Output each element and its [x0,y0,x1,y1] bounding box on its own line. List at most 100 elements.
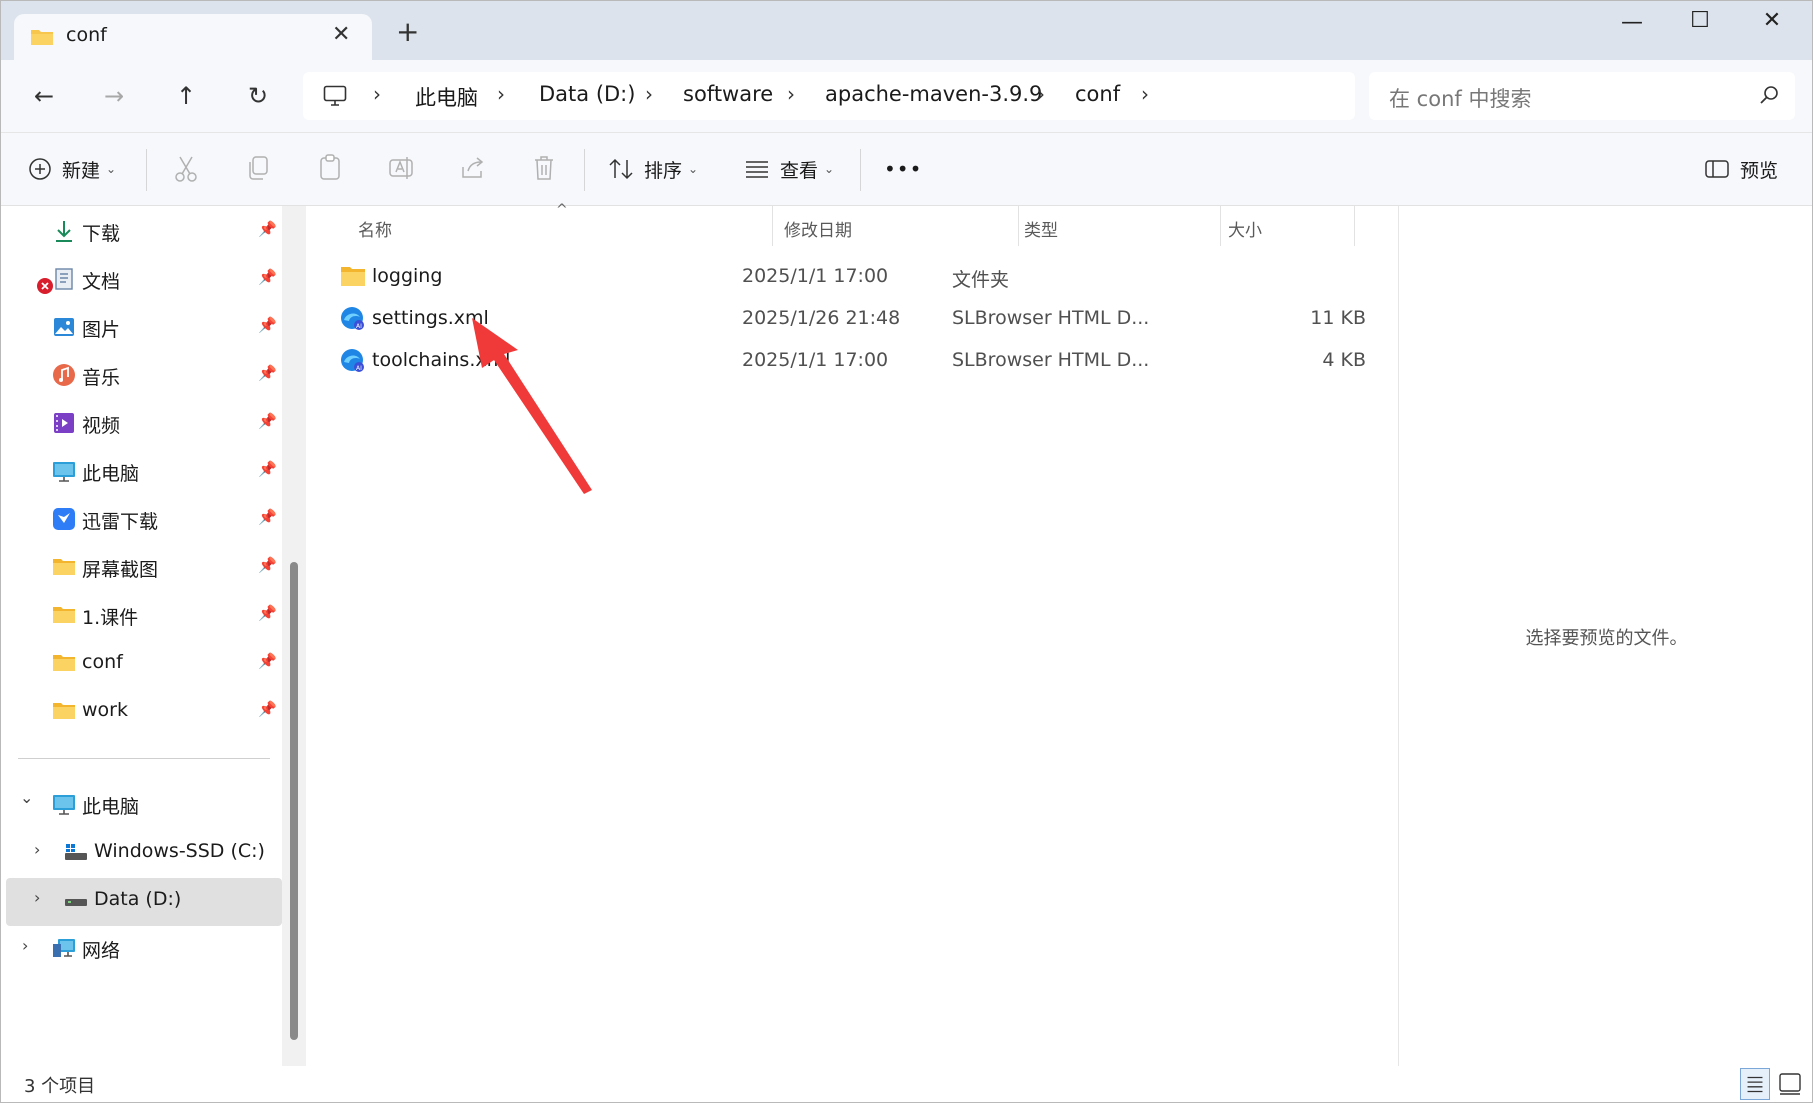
sidebar-item-conf[interactable]: conf 📌 [0,641,282,685]
sidebar-item-videos[interactable]: 视频 📌 [0,401,282,445]
monitor-icon [323,85,347,106]
tree-item-label: 此电脑 [82,796,140,818]
thunder-icon [53,508,75,530]
sidebar-item-music[interactable]: 音乐 📌 [0,353,282,397]
paste-icon[interactable] [318,153,342,181]
search-icon [1760,86,1778,104]
new-tab-button[interactable]: + [396,18,419,46]
column-divider[interactable] [772,206,773,246]
share-icon[interactable] [460,155,486,181]
tree-item-data-d[interactable]: › Data (D:) [0,878,282,922]
tiles-view-icon[interactable] [1777,1070,1803,1098]
back-button[interactable]: ← [24,80,64,112]
pin-icon[interactable]: 📌 [258,460,277,478]
sidebar-item-screenshots[interactable]: 屏幕截图 📌 [0,545,282,589]
breadcrumb-chevron-icon[interactable]: › [787,82,795,106]
pin-icon[interactable]: 📌 [258,412,277,430]
tab-conf[interactable]: conf ✕ [14,14,372,60]
minimize-button[interactable]: — [1612,10,1652,35]
view-button[interactable]: 查看 ⌄ [744,153,834,185]
pin-icon[interactable]: 📌 [258,220,277,238]
maximize-button[interactable]: ☐ [1680,8,1720,33]
file-size: 11 KB [1310,307,1366,329]
column-divider[interactable] [1354,206,1355,246]
up-button[interactable]: ↑ [166,80,206,112]
column-header-date[interactable]: 修改日期 [784,216,852,241]
sidebar-item-this-pc[interactable]: 此电脑 📌 [0,449,282,493]
file-type: 文件夹 [952,269,1010,291]
expand-chevron-icon[interactable]: › [34,840,40,859]
preview-placeholder-text: 选择要预览的文件。 [1525,628,1688,649]
column-header-name[interactable]: 名称 [358,216,392,241]
music-icon [53,364,75,386]
breadcrumb-this-pc[interactable]: 此电脑 [415,82,478,112]
navigation-pane: 下载 📌 文档 📌 图片 📌 音乐 📌 视频 📌 此电脑 📌 迅雷下载 📌 屏幕… [0,206,310,1066]
tree-item-this-pc[interactable]: ⌄ 此电脑 [0,782,282,826]
breadcrumb-chevron-icon[interactable]: › [1037,82,1045,106]
tree-item-network[interactable]: › 网络 [0,926,282,970]
column-divider[interactable] [1018,206,1019,246]
sidebar-scrollbar-thumb[interactable] [290,562,298,1040]
tree-item-label: Data (D:) [94,888,182,910]
folder-icon [341,267,365,286]
breadcrumb-chevron-icon[interactable]: › [497,82,505,106]
expand-chevron-icon[interactable]: ⌄ [20,788,33,807]
tree-item-label: Windows-SSD (C:) [94,840,265,862]
breadcrumb-software[interactable]: software [683,82,773,106]
preview-pane-button[interactable]: 预览 [1704,153,1778,185]
svg-text:AI: AI [356,323,362,330]
pin-icon[interactable]: 📌 [258,652,277,670]
tree-item-windows-ssd[interactable]: › Windows-SSD (C:) [0,830,282,874]
close-tab-icon[interactable]: ✕ [332,22,350,47]
sidebar-item-label: 视频 [82,415,121,437]
column-divider[interactable] [1220,206,1221,246]
pin-icon[interactable]: 📌 [258,508,277,526]
command-bar: 新建 ⌄ 排序 ⌄ 查看 ⌄ ••• 预览 [0,132,1813,206]
details-view-icon[interactable] [1740,1068,1770,1100]
breadcrumb-data-d[interactable]: Data (D:) [539,82,635,106]
delete-icon[interactable] [532,155,556,181]
download-icon [56,221,72,242]
sidebar-item-courseware[interactable]: 1.课件 📌 [0,593,282,637]
pin-icon[interactable]: 📌 [258,268,277,286]
tree-item-label: 网络 [82,940,121,962]
breadcrumb-chevron-icon[interactable]: › [645,82,653,106]
expand-chevron-icon[interactable]: › [34,888,40,907]
new-button[interactable]: 新建 ⌄ [28,153,116,185]
copy-icon[interactable] [246,155,270,181]
more-options-button[interactable]: ••• [884,153,922,185]
slbrowser-icon: AI [341,349,364,372]
sort-button[interactable]: 排序 ⌄ [608,153,698,185]
computer-icon [53,795,75,815]
pin-icon[interactable]: 📌 [258,604,277,622]
search-input[interactable]: 在 conf 中搜索 [1369,72,1795,120]
sort-icon [609,158,633,180]
drive-icon [65,844,87,860]
sidebar-item-pictures[interactable]: 图片 📌 [0,305,282,349]
expand-chevron-icon[interactable]: › [22,936,28,955]
refresh-button[interactable]: ↻ [238,80,278,112]
breadcrumb-conf[interactable]: conf [1075,82,1120,106]
cut-icon[interactable] [174,155,198,183]
column-header-size[interactable]: 大小 [1228,216,1262,241]
pin-icon[interactable]: 📌 [258,364,277,382]
breadcrumb-chevron-icon[interactable]: › [1141,82,1149,106]
document-icon [55,268,73,290]
sidebar-item-documents[interactable]: 文档 📌 [0,257,282,301]
sidebar-item-thunder-downloads[interactable]: 迅雷下载 📌 [0,497,282,541]
address-bar[interactable]: › 此电脑 › Data (D:) › software › apache-ma… [303,72,1355,120]
file-row-logging[interactable]: logging 2025/1/1 17:00 文件夹 [334,256,1374,298]
pin-icon[interactable]: 📌 [258,700,277,718]
sidebar-item-downloads[interactable]: 下载 📌 [0,209,282,253]
close-window-button[interactable]: ✕ [1752,8,1792,33]
column-header-type[interactable]: 类型 [1024,216,1058,241]
forward-button[interactable]: → [94,80,134,112]
pin-icon[interactable]: 📌 [258,556,277,574]
sort-label: 排序 [644,159,683,182]
folder-icon [53,607,75,623]
pin-icon[interactable]: 📌 [258,316,277,334]
breadcrumb-maven[interactable]: apache-maven-3.9.9 [825,82,1042,106]
sidebar-item-work[interactable]: work 📌 [0,689,282,733]
breadcrumb-chevron-icon[interactable]: › [373,82,381,106]
rename-icon[interactable] [388,155,414,181]
